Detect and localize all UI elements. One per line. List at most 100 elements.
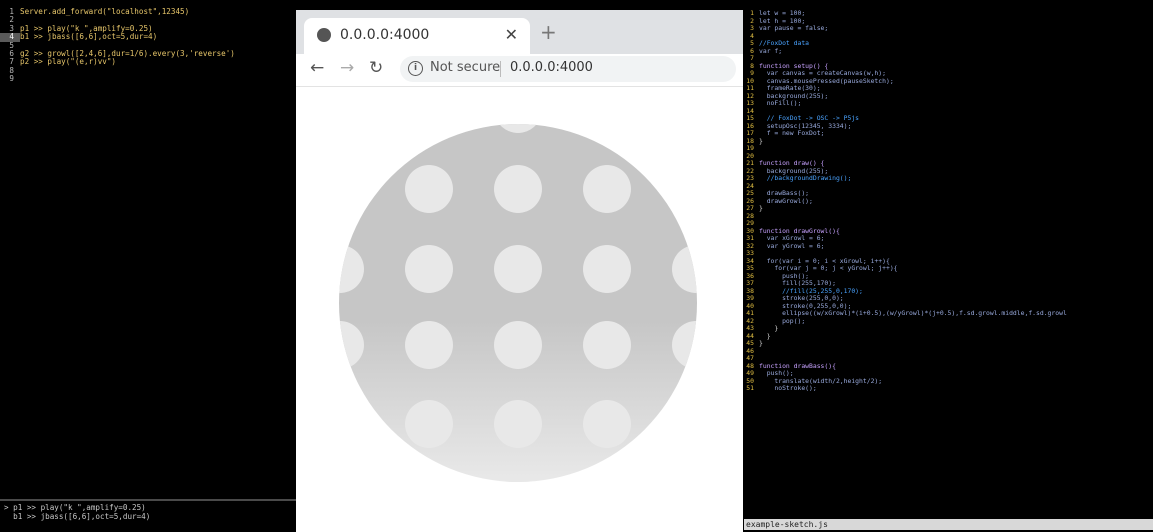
growl-dot (405, 400, 453, 448)
close-tab-icon[interactable]: ✕ (505, 25, 518, 44)
address-separator (500, 61, 501, 77)
code-line[interactable]: 44 } (744, 332, 1153, 341)
code-line[interactable]: 7 p2 >> play("(e,r)vv") (0, 57, 296, 66)
console-line: > p1 >> play("k ",amplify=0.25) (4, 503, 146, 512)
code-line[interactable]: 43 } (744, 324, 1153, 333)
python-editor-pane[interactable]: 1 Server.add_forward("localhost",12345) 2 3… (0, 0, 296, 532)
growl-dot (583, 165, 631, 213)
growl-dot (405, 321, 453, 369)
browser-toolbar: ← → ↻ i Not secure 0.0.0.0:4000 (296, 54, 743, 87)
forward-arrow-icon[interactable]: → (340, 58, 354, 78)
status-bar-filename: example-sketch.js (744, 519, 1153, 530)
code-line[interactable]: 8 (0, 66, 296, 75)
console-line: b1 >> jbass([6,6],oct=5,dur=4) (4, 512, 151, 521)
code-line[interactable]: 18} (744, 137, 1153, 146)
code-line[interactable]: 48 function drawBass(){ (744, 362, 1153, 371)
globe-icon (317, 28, 331, 42)
growl-dot (494, 245, 542, 293)
code-text[interactable]: drawGrowl(); (759, 197, 813, 206)
tab-title: 0.0.0.0:4000 (340, 27, 430, 43)
growl-dot (672, 400, 697, 448)
growl-dot (339, 477, 364, 482)
code-text[interactable]: noFill(); (759, 99, 802, 108)
code-text[interactable]: noStroke(); (759, 384, 816, 393)
code-line[interactable]: 45} (744, 339, 1153, 348)
new-tab-button[interactable]: + (540, 20, 557, 44)
code-text[interactable]: } (759, 204, 763, 213)
code-line[interactable]: 28 (744, 212, 1153, 221)
page-viewport (296, 87, 743, 532)
growl-dot (339, 124, 364, 133)
code-line[interactable]: 13 noFill(); (744, 99, 1153, 108)
growl-dot (583, 124, 631, 133)
growl-dot (583, 321, 631, 369)
js-code-area[interactable]: 1 let w = 100; 2 let h = 100; 3 var pause = f… (744, 9, 1153, 393)
code-line[interactable]: 6 var f; (744, 47, 1153, 56)
code-text[interactable]: f = new FoxDot; (759, 129, 825, 138)
code-text[interactable]: //backgroundDrawing(); (759, 174, 852, 183)
sketch-canvas[interactable] (296, 87, 743, 532)
code-line[interactable]: 5//FoxDot data (744, 39, 1153, 48)
code-line[interactable]: 26 drawGrowl(); (744, 197, 1153, 206)
code-line[interactable]: 1 Server.add_forward("localhost",12345) (0, 7, 296, 16)
growl-dot (494, 321, 542, 369)
code-line[interactable]: 4 b1 >> jbass([6,6],oct=5,dur=4) (0, 32, 296, 42)
growl-dot (339, 321, 364, 369)
growl-dot (494, 400, 542, 448)
code-text[interactable]: b1 >> jbass([6,6],oct=5,dur=4) (20, 32, 157, 41)
line-number: 51 (746, 384, 754, 392)
code-text[interactable]: p2 >> play("(e,r)vv") (20, 57, 116, 66)
code-line[interactable]: 41 ellipse((w/xGrowl)*(i+0.5),(w/yGrowl)… (744, 309, 1153, 318)
not-secure-label: Not secure (430, 60, 501, 75)
code-text[interactable]: ellipse((w/xGrowl)*(i+0.5),(w/yGrowl)*(j… (759, 309, 1067, 318)
python-code-area[interactable]: 1 Server.add_forward("localhost",12345) 2 3… (0, 7, 296, 84)
code-text[interactable]: var f; (759, 47, 782, 56)
js-editor-pane[interactable]: 1 let w = 100; 2 let h = 100; 3 var pause = f… (744, 0, 1153, 532)
code-text[interactable]: var pause = false; (759, 24, 828, 33)
code-line[interactable]: 19 (744, 144, 1153, 153)
info-icon[interactable]: i (408, 61, 423, 76)
growl-dot (672, 245, 697, 293)
growl-dot (339, 245, 364, 293)
tab-strip: 0.0.0.0:4000 ✕ + (296, 10, 743, 54)
growl-dot (672, 124, 697, 133)
code-line[interactable]: 12 background(255); (744, 92, 1153, 101)
browser-tab[interactable]: 0.0.0.0:4000 ✕ (304, 18, 530, 54)
browser-window: 0.0.0.0:4000 ✕ + ← → ↻ i Not secure 0.0.… (296, 10, 743, 532)
url-text[interactable]: 0.0.0.0:4000 (510, 60, 593, 75)
growl-dot (339, 165, 364, 213)
address-bar[interactable]: i Not secure 0.0.0.0:4000 (400, 56, 736, 82)
growl-dot (494, 165, 542, 213)
code-line[interactable]: 23 //backgroundDrawing(); (744, 174, 1153, 183)
code-text[interactable]: Server.add_forward("localhost",12345) (20, 7, 189, 16)
growl-dot (583, 400, 631, 448)
code-line[interactable]: 17 f = new FoxDot; (744, 129, 1153, 138)
growl-dot (405, 165, 453, 213)
code-line[interactable]: 51 noStroke(); (744, 384, 1153, 393)
growl-dot (405, 124, 453, 133)
growl-dot (494, 124, 542, 133)
growl-dot (583, 477, 631, 482)
console-output: > p1 >> play("k ",amplify=0.25) b1 >> jb… (0, 503, 296, 521)
code-line[interactable]: 1 let w = 100; (744, 9, 1153, 18)
growl-dot (405, 245, 453, 293)
code-text[interactable]: var yGrowl = 6; (759, 242, 825, 251)
code-text[interactable]: } (759, 137, 763, 146)
code-line[interactable]: 46 (744, 347, 1153, 356)
code-text[interactable]: } (759, 339, 763, 348)
growl-dot (494, 477, 542, 482)
growl-dot (672, 165, 697, 213)
code-line[interactable]: 3 var pause = false; (744, 24, 1153, 33)
code-line[interactable]: 32 var yGrowl = 6; (744, 242, 1153, 251)
code-line[interactable]: 9 (0, 74, 296, 84)
growl-dot (405, 477, 453, 482)
code-line[interactable]: 27} (744, 204, 1153, 213)
line-number: 9 (9, 74, 14, 84)
console-divider (0, 499, 296, 501)
reload-icon[interactable]: ↻ (369, 58, 383, 78)
back-arrow-icon[interactable]: ← (310, 58, 324, 78)
growl-dot (583, 245, 631, 293)
growl-dot (339, 400, 364, 448)
growl-dot (672, 477, 697, 482)
code-line[interactable]: 42 pop(); (744, 317, 1153, 326)
